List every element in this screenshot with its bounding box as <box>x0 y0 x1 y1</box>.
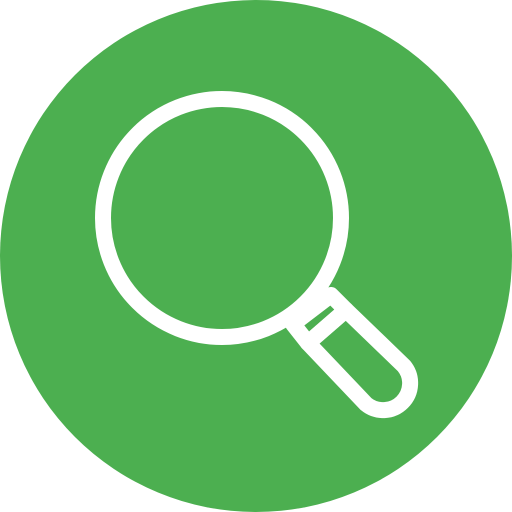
search-icon-canvas <box>0 0 512 512</box>
search-icon[interactable] <box>0 0 512 512</box>
green-circle-background <box>0 0 512 512</box>
